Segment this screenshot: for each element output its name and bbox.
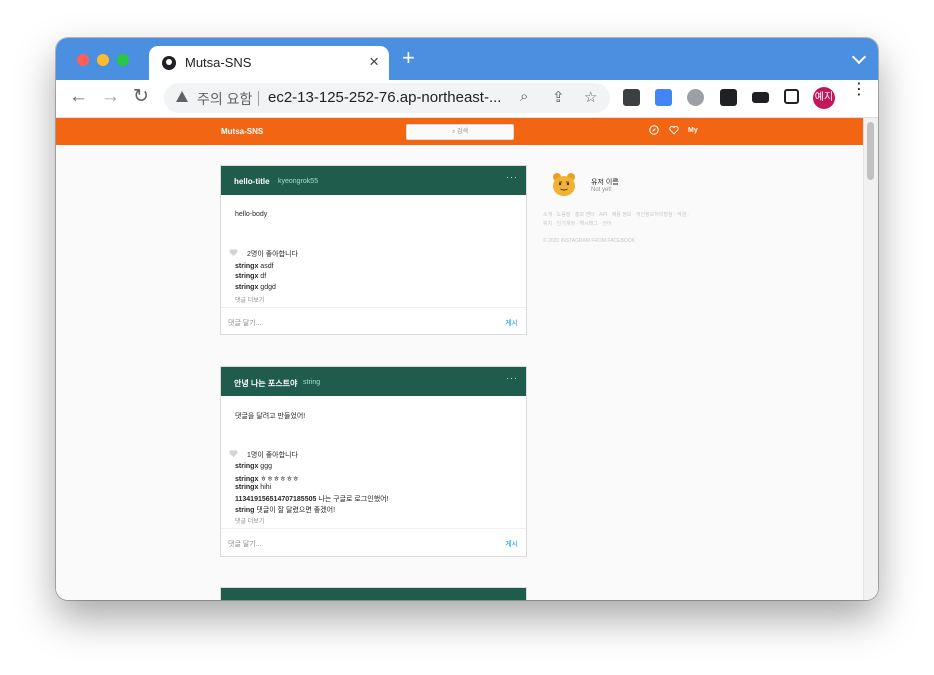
more-comments-link[interactable]: 댓글 더보기 xyxy=(235,516,264,525)
comment-form: 댓글 달기... 게시 xyxy=(221,528,526,556)
comment-user[interactable]: stringx xyxy=(235,284,258,291)
post-card: 안녕 나는 포스트야 string ··· 댓글을 달려고 만들었어! 1명이 … xyxy=(220,366,527,557)
like-count: 2명이 좋아합니다 xyxy=(247,251,298,258)
more-comments-link[interactable]: 댓글 더보기 xyxy=(235,295,264,304)
url-text[interactable]: ec2-13-125-252-76.ap-northeast-... xyxy=(268,89,501,106)
address-bar[interactable]: 주의 요함 ec2-13-125-252-76.ap-northeast-...… xyxy=(164,83,610,113)
like-heart-icon[interactable] xyxy=(229,449,238,458)
compass-icon[interactable] xyxy=(649,125,659,135)
settings-extension-icon[interactable] xyxy=(687,89,704,106)
back-button[interactable]: ← xyxy=(69,87,88,107)
extension-nn-icon[interactable] xyxy=(623,89,640,106)
sidebar-user-status: Not yet! xyxy=(591,187,612,193)
scrollbar-thumb[interactable] xyxy=(867,122,874,180)
comment-user[interactable]: stringx xyxy=(235,476,258,483)
comment-item: string 댓글이 잘 달렸으면 좋겠어! xyxy=(235,505,335,515)
extensions-puzzle-icon[interactable] xyxy=(720,89,737,106)
tab-mutsa-sns[interactable]: Mutsa-SNS × xyxy=(149,46,389,80)
comment-text: ㅎㅎㅎㅎㅎㅎ xyxy=(260,476,299,483)
heart-icon[interactable] xyxy=(669,125,679,135)
my-page-link[interactable]: My xyxy=(688,127,698,134)
user-avatar[interactable] xyxy=(550,170,578,198)
comment-user[interactable]: string xyxy=(235,507,254,514)
footer-links[interactable]: 소개 · 도움말 · 홍보 센터 · API · 채용 정보 · 개인정보처리방… xyxy=(543,211,693,229)
more-options-icon[interactable]: ··· xyxy=(506,172,518,182)
tab-search-chevron-icon[interactable] xyxy=(851,49,867,65)
like-heart-icon[interactable] xyxy=(229,248,238,257)
more-options-icon[interactable]: ··· xyxy=(506,373,518,383)
comment-text: asdf xyxy=(260,263,274,270)
comment-item: stringx gdgd xyxy=(235,284,276,291)
app-header: Mutsa-SNS ⌕ 검색 My xyxy=(56,118,864,145)
post-title: hello-title xyxy=(234,599,270,600)
app-brand[interactable]: Mutsa-SNS xyxy=(221,127,263,136)
post-author[interactable]: kyeongrok55 xyxy=(278,178,318,185)
comment-input[interactable]: 댓글 달기... xyxy=(228,539,262,549)
comment-text: df xyxy=(260,273,267,280)
tab-strip: Mutsa-SNS × + xyxy=(56,38,878,80)
post-title: 안녕 나는 포스트야 xyxy=(234,379,298,388)
comment-text: ggg xyxy=(260,463,272,470)
address-separator xyxy=(258,91,259,106)
comment-user[interactable]: stringx xyxy=(235,263,258,270)
zoom-icon[interactable]: ⌕ xyxy=(520,88,528,105)
post-header: hello-title kyeongrok55 xyxy=(221,588,526,600)
post-body: 댓글을 달려고 만들었어! xyxy=(235,413,306,420)
globe-icon xyxy=(162,56,176,70)
comment-form: 댓글 달기... 게시 xyxy=(221,307,526,335)
comment-text: gdgd xyxy=(260,284,276,291)
profile-avatar[interactable]: 예지 xyxy=(813,87,835,109)
post-header: 안녕 나는 포스트야 string ··· xyxy=(221,367,526,396)
reload-button[interactable]: ↻ xyxy=(133,87,149,107)
post-author[interactable]: string xyxy=(303,379,320,386)
security-label[interactable]: 주의 요함 xyxy=(197,89,252,109)
comment-submit-button[interactable]: 게시 xyxy=(505,539,518,549)
media-control-icon[interactable] xyxy=(752,92,769,103)
comment-item: stringx ggg xyxy=(235,463,272,470)
post-body: hello-body xyxy=(235,211,268,218)
post-card: hello-title kyeongrok55 xyxy=(220,587,527,600)
like-count: 1명이 좋아합니다 xyxy=(247,452,298,459)
comment-text: hihi xyxy=(260,484,272,491)
comment-user[interactable]: 113419156514707185505 xyxy=(235,496,316,503)
comment-text: 댓글이 잘 달렸으면 좋겠어! xyxy=(256,507,336,514)
tab-title: Mutsa-SNS xyxy=(185,55,252,70)
search-input[interactable]: ⌕ 검색 xyxy=(406,124,514,140)
share-icon[interactable]: ⇪ xyxy=(552,88,565,106)
comment-user[interactable]: stringx xyxy=(235,484,258,491)
comment-item: stringx ㅎㅎㅎㅎㅎㅎ xyxy=(235,474,299,484)
comment-input[interactable]: 댓글 달기... xyxy=(228,318,262,328)
comment-item: stringx df xyxy=(235,273,266,280)
close-window-button[interactable] xyxy=(77,54,89,66)
post-title: hello-title xyxy=(234,177,270,186)
copyright: © 2020 INSTAGRAM FROM FACEBOOK xyxy=(543,238,635,244)
bookmark-star-icon[interactable]: ☆ xyxy=(584,88,597,106)
page-scrollbar[interactable] xyxy=(863,118,878,600)
translate-extension-icon[interactable] xyxy=(655,89,672,106)
post-card: hello-title kyeongrok55 ··· hello-body 2… xyxy=(220,165,527,335)
minimize-window-button[interactable] xyxy=(97,54,109,66)
comment-user[interactable]: stringx xyxy=(235,463,258,470)
sidebar-user-name[interactable]: 유저 이름 xyxy=(591,177,619,187)
browser-menu-icon[interactable]: ⋮ xyxy=(851,82,867,98)
tab-close-button[interactable]: × xyxy=(369,52,379,72)
maximize-window-button[interactable] xyxy=(117,54,129,66)
forward-button[interactable]: → xyxy=(101,87,120,107)
comment-item: stringx hihi xyxy=(235,484,271,491)
comment-item: stringx asdf xyxy=(235,263,274,270)
page-viewport: Mutsa-SNS ⌕ 검색 My hello-title kyeongrok5… xyxy=(56,118,878,600)
browser-toolbar: ← → ↻ 주의 요함 ec2-13-125-252-76.ap-northea… xyxy=(56,80,878,118)
new-tab-button[interactable]: + xyxy=(402,47,415,69)
comment-user[interactable]: stringx xyxy=(235,273,258,280)
browser-window: Mutsa-SNS × + ← → ↻ 주의 요함 ec2-13-125-252… xyxy=(56,38,878,600)
warning-icon[interactable] xyxy=(176,91,188,102)
comment-text: 나는 구글로 로그인했어! xyxy=(318,496,389,503)
side-panel-icon[interactable] xyxy=(784,89,799,104)
comment-submit-button[interactable]: 게시 xyxy=(505,318,518,328)
post-header: hello-title kyeongrok55 ··· xyxy=(221,166,526,195)
comment-item: 113419156514707185505 나는 구글로 로그인했어! xyxy=(235,494,389,504)
